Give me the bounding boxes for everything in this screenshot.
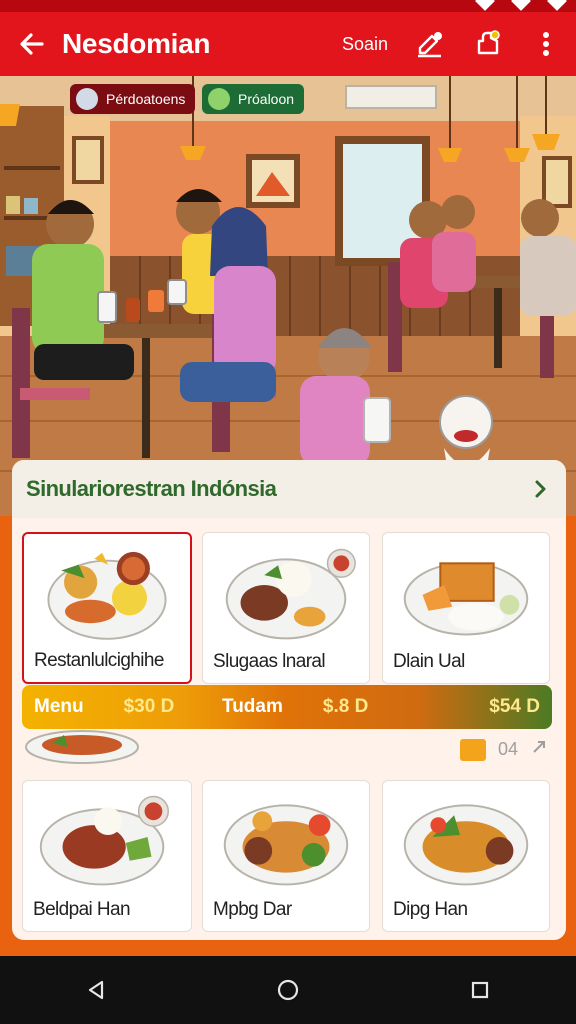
price-bar-label: Tudam (222, 696, 283, 717)
food-image (25, 730, 139, 764)
menu-item-name: Dlain Ual (393, 651, 465, 672)
menu-item-name: Mpbg Dar (213, 899, 292, 920)
menu-header[interactable]: Sinulariorestran Indónsia (12, 460, 566, 518)
menu-title: Sinulariorestran Indónsia (26, 476, 277, 501)
pagination: 04 (459, 738, 548, 761)
nav-recents-icon[interactable] (460, 970, 500, 1010)
menu-card[interactable]: Mpbg Dar (202, 780, 370, 932)
price-bar-item[interactable]: $54 D (489, 696, 540, 718)
price-bar-item[interactable]: Menu $30 D (34, 696, 222, 718)
chip-label: Próaloon (238, 91, 295, 107)
app-bar: Nesdomian Soain (0, 12, 576, 76)
menu-card[interactable]: Slugaas lnaral (202, 532, 370, 684)
menu-card[interactable]: Dipg Han (382, 780, 550, 932)
chip-filter-2[interactable]: Próaloon (202, 84, 305, 114)
price-bar-item[interactable]: Tudam $.8 D (222, 696, 412, 718)
menu-card[interactable]: Dlain Ual (382, 532, 550, 684)
pen-icon[interactable] (414, 28, 446, 60)
food-image (403, 562, 529, 636)
chevron-right-icon[interactable] (528, 477, 552, 501)
menu-card[interactable]: Restanlulcighihe (22, 532, 192, 684)
page-number: 04 (497, 739, 518, 759)
price-bar-price: $54 D (489, 696, 540, 717)
chip-icon (208, 88, 230, 110)
food-image (223, 804, 349, 886)
page-indicator[interactable] (459, 738, 486, 761)
arrow-left-icon[interactable] (14, 26, 50, 62)
price-bar-price: $30 D (123, 696, 175, 717)
menu-card[interactable]: Beldpai Han (22, 780, 192, 932)
menu-item-name: Beldpai Han (33, 899, 131, 920)
more-vert-icon[interactable] (530, 28, 562, 60)
app-actions: Soain (342, 28, 562, 60)
restaurant-scene-image (0, 76, 576, 516)
menu-item-name: Dipg Han (393, 899, 468, 920)
wifi-icon (511, 0, 531, 11)
bag-icon[interactable] (472, 28, 504, 60)
status-icons (475, 0, 567, 11)
status-bar (0, 0, 576, 12)
nav-home-icon[interactable] (268, 970, 308, 1010)
food-image (47, 551, 167, 640)
restaurant-illustration: Pérdoatoens Próaloon (0, 76, 576, 516)
nav-back-icon[interactable] (76, 970, 116, 1010)
price-bar-label: Menu (34, 696, 84, 717)
food-image (403, 804, 529, 886)
chip-label: Pérdoatoens (106, 91, 186, 107)
system-nav-bar (0, 956, 576, 1024)
expand-icon[interactable] (530, 738, 548, 761)
food-image (225, 548, 356, 640)
chip-filter-1[interactable]: Pérdoatoens (70, 84, 196, 114)
menu-item-name: Restanlulcighihe (34, 650, 164, 671)
menu-panel: Sinulariorestran Indónsia Restanlulcighi… (12, 460, 566, 940)
page-title: Nesdomian (62, 28, 211, 59)
signal-icon (475, 0, 495, 11)
food-image (39, 795, 170, 886)
menu-item-name: Slugaas lnaral (213, 651, 326, 672)
chip-icon (76, 88, 98, 110)
price-bar[interactable]: Menu $30 D Tudam $.8 D $54 D (22, 685, 552, 729)
search-button[interactable]: Soain (342, 34, 388, 55)
price-bar-price: $.8 D (322, 696, 369, 717)
battery-icon (547, 0, 567, 11)
